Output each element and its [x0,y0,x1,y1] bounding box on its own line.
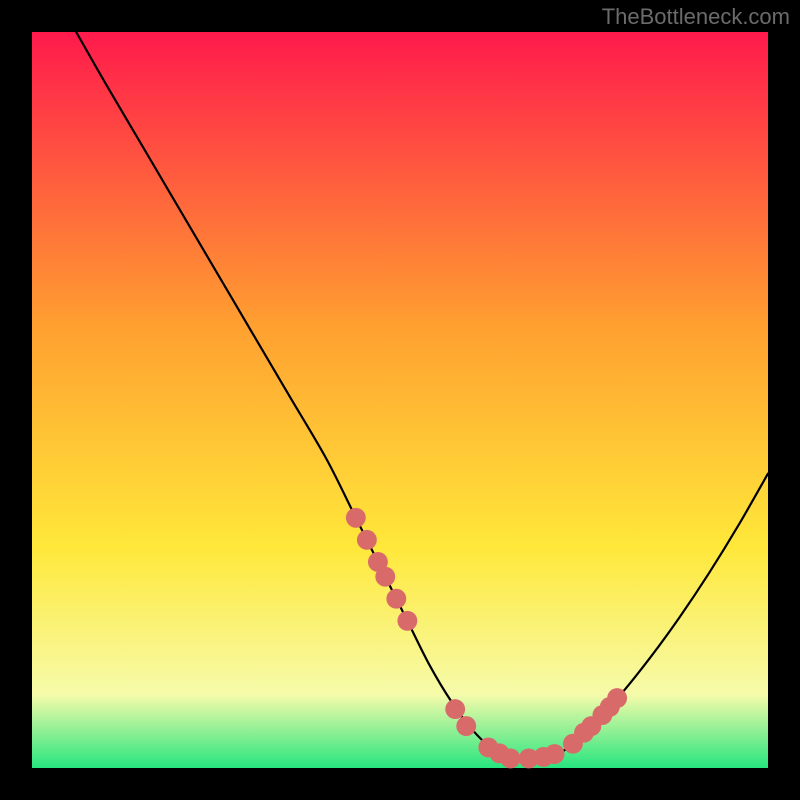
highlight-dot [545,744,565,764]
highlight-dot [607,688,627,708]
highlight-dot [346,508,366,528]
watermark-text: TheBottleneck.com [602,4,790,30]
highlight-dot [456,716,476,736]
highlight-dot [357,530,377,550]
plot-background [32,32,768,768]
highlight-dot [500,748,520,768]
highlight-dot [397,611,417,631]
highlight-dot [445,699,465,719]
highlight-dot [375,567,395,587]
highlight-dot [386,589,406,609]
chart-svg [0,0,800,800]
bottleneck-chart: TheBottleneck.com [0,0,800,800]
